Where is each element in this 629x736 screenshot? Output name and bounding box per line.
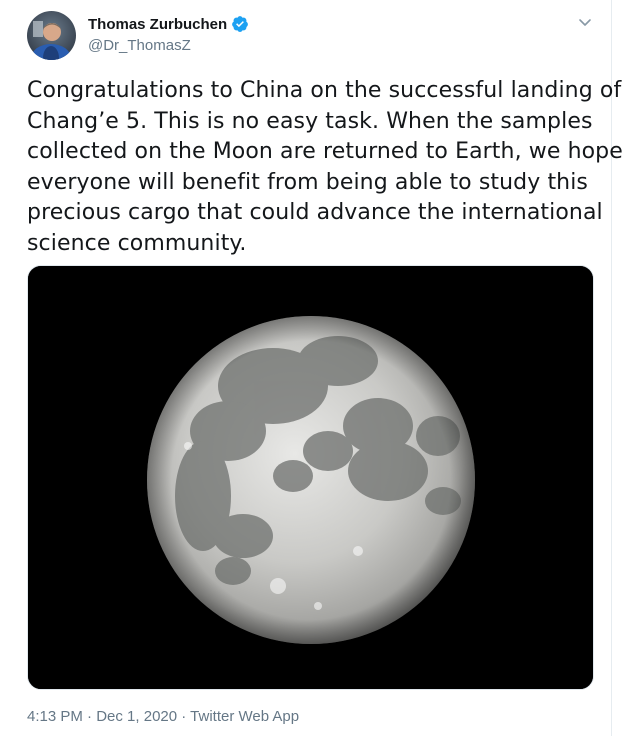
moon-image (28, 266, 593, 689)
tweet-card: Thomas Zurbuchen @Dr_ThomasZ Congratulat… (0, 0, 623, 736)
tweet-time[interactable]: 4:13 PM (27, 708, 83, 725)
avatar-image (27, 11, 76, 60)
author-handle[interactable]: @Dr_ThomasZ (88, 37, 191, 54)
tweet-text-line: science community. (27, 230, 247, 256)
author-name-row[interactable]: Thomas Zurbuchen (88, 15, 249, 33)
tweet-text: Congratulations to China on the successf… (27, 76, 623, 259)
tweet-date[interactable]: Dec 1, 2020 (96, 708, 177, 725)
chevron-down-icon[interactable] (577, 14, 593, 30)
tweet-source-link[interactable]: Twitter Web App (190, 708, 299, 725)
author-name[interactable]: Thomas Zurbuchen (88, 16, 227, 33)
verified-badge-icon (231, 15, 249, 33)
tweet-text-line: Congratulations to China on the successf… (27, 78, 622, 103)
tweet-text-line: Chang’e 5. This is no easy task. When th… (27, 108, 593, 134)
tweet-text-line: precious cargo that could advance the in… (27, 200, 603, 225)
avatar[interactable] (27, 11, 76, 60)
tweet-media-image[interactable] (27, 265, 594, 690)
tweet-text-line: collected on the Moon are returned to Ea… (27, 139, 623, 164)
tweet-text-line: everyone will benefit from being able to… (27, 169, 588, 195)
meta-separator: · (177, 708, 191, 725)
meta-separator: · (82, 708, 97, 725)
tweet-meta: 4:13 PM · Dec 1, 2020 · Twitter Web App (27, 708, 299, 725)
